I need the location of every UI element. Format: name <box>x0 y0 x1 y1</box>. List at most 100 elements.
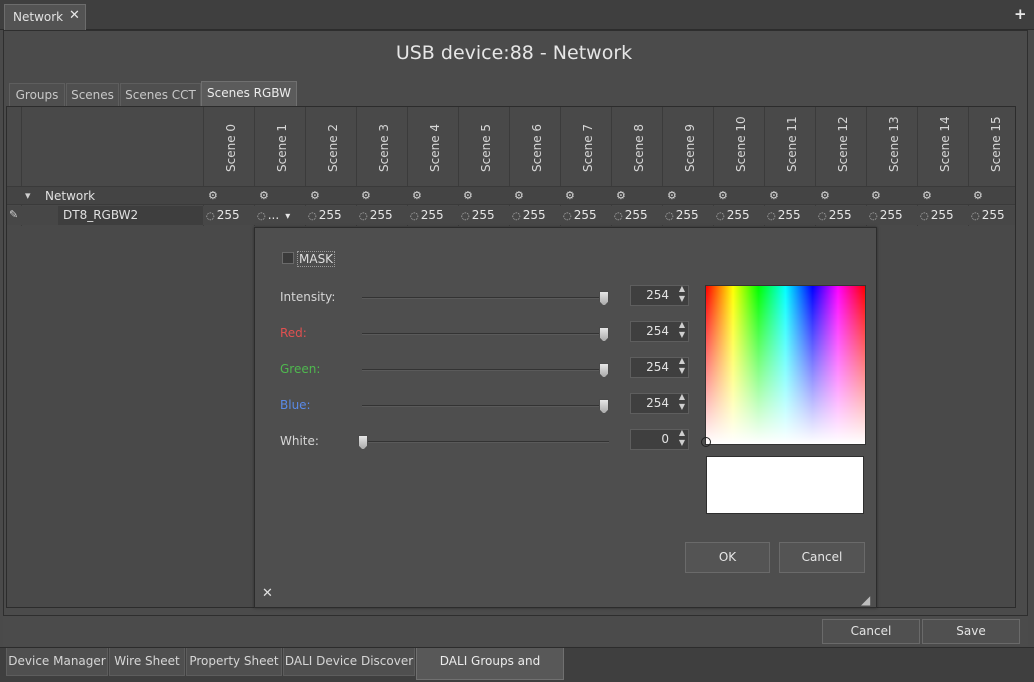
slider-track[interactable] <box>362 297 609 299</box>
gear-icon[interactable]: ⚙ <box>514 189 524 202</box>
scene-value-cell[interactable]: ◌ 255 <box>971 208 1005 222</box>
edit-icon[interactable]: ✎ <box>9 208 18 221</box>
spinner-up-icon[interactable]: ▲ <box>679 392 685 401</box>
color-palette[interactable] <box>705 285 866 445</box>
column-header-scene-3[interactable]: Scene 3 <box>377 124 391 172</box>
scene-value-cell[interactable]: ◌ 255 <box>665 208 699 222</box>
slider-track[interactable] <box>362 441 609 443</box>
cancel-button[interactable]: Cancel <box>822 619 920 644</box>
gear-icon[interactable]: ⚙ <box>616 189 626 202</box>
spinner-value[interactable]: 254 <box>646 396 669 410</box>
scene-value-cell[interactable]: ◌ 255 <box>767 208 801 222</box>
gear-icon[interactable]: ⚙ <box>208 189 218 202</box>
scene-value-cell[interactable]: ◌ 255 <box>614 208 648 222</box>
scene-value-cell[interactable]: ◌ 255 <box>716 208 750 222</box>
gear-icon[interactable]: ⚙ <box>667 189 677 202</box>
tree-row-network[interactable] <box>7 186 1015 205</box>
gear-icon[interactable]: ⚙ <box>769 189 779 202</box>
scene-value-cell[interactable]: ◌ 255 <box>869 208 903 222</box>
column-header-scene-1[interactable]: Scene 1 <box>275 124 289 172</box>
value-spinner[interactable]: 254 ▲ ▼ <box>630 284 689 306</box>
gear-icon[interactable]: ⚙ <box>412 189 422 202</box>
resize-grip-icon[interactable]: ◢ <box>861 593 870 607</box>
chevron-down-icon[interactable]: ▾ <box>25 189 31 202</box>
column-header-scene-13[interactable]: Scene 13 <box>887 116 901 172</box>
close-icon[interactable]: ✕ <box>262 586 273 601</box>
popup-cancel-button[interactable]: Cancel <box>779 542 865 573</box>
scene-value-cell[interactable]: ◌ 255 <box>308 208 342 222</box>
spinner-up-icon[interactable]: ▲ <box>679 284 685 293</box>
column-header-scene-2[interactable]: Scene 2 <box>326 124 340 172</box>
column-header-scene-8[interactable]: Scene 8 <box>632 124 646 172</box>
column-header-scene-10[interactable]: Scene 10 <box>734 116 748 172</box>
slider-track[interactable] <box>362 369 609 371</box>
tab-scenes-cct[interactable]: Scenes CCT <box>120 83 201 107</box>
column-header-scene-5[interactable]: Scene 5 <box>479 124 493 172</box>
tab-groups[interactable]: Groups <box>9 83 65 107</box>
tab-property-sheet[interactable]: Property Sheet <box>186 648 282 676</box>
value-spinner[interactable]: 254 ▲ ▼ <box>630 392 689 414</box>
spinner-down-icon[interactable]: ▼ <box>679 402 685 411</box>
gear-icon[interactable]: ⚙ <box>718 189 728 202</box>
scene-value-cell[interactable]: ◌ 255 <box>410 208 444 222</box>
column-header-scene-14[interactable]: Scene 14 <box>938 116 952 172</box>
gear-icon[interactable]: ⚙ <box>565 189 575 202</box>
scene-value-cell[interactable]: ◌ 255 <box>461 208 495 222</box>
scene-value-cell[interactable]: ◌ 255 <box>359 208 393 222</box>
tab-scenes-rgbw[interactable]: Scenes RGBW <box>201 81 297 107</box>
scene-value-cell[interactable]: ◌ 255 <box>818 208 852 222</box>
tab-dali-groups-and-scenes[interactable]: DALI Groups and Scenes <box>416 648 564 682</box>
tab-wire-sheet[interactable]: Wire Sheet <box>109 648 185 676</box>
mask-checkbox[interactable] <box>282 252 294 264</box>
gear-icon[interactable]: ⚙ <box>922 189 932 202</box>
close-icon[interactable]: ✕ <box>69 8 80 23</box>
column-header-scene-15[interactable]: Scene 15 <box>989 116 1003 172</box>
spinner-value[interactable]: 254 <box>646 360 669 374</box>
gear-icon[interactable]: ⚙ <box>361 189 371 202</box>
scene-value-cell[interactable]: ◌ 255 <box>206 208 240 222</box>
spinner-down-icon[interactable]: ▼ <box>679 438 685 447</box>
spinner-down-icon[interactable]: ▼ <box>679 294 685 303</box>
column-header-scene-4[interactable]: Scene 4 <box>428 124 442 172</box>
add-tab-icon[interactable]: + <box>1014 5 1027 23</box>
tab-dali-device-discover[interactable]: DALI Device Discover <box>283 648 415 676</box>
column-header-scene-6[interactable]: Scene 6 <box>530 124 544 172</box>
value-spinner[interactable]: 254 ▲ ▼ <box>630 356 689 378</box>
gear-icon[interactable]: ⚙ <box>871 189 881 202</box>
gear-icon[interactable]: ⚙ <box>259 189 269 202</box>
value-spinner[interactable]: 0 ▲ ▼ <box>630 428 689 450</box>
scene-value-cell[interactable]: ◌ 255 <box>512 208 546 222</box>
spinner-down-icon[interactable]: ▼ <box>679 330 685 339</box>
spinner-up-icon[interactable]: ▲ <box>679 356 685 365</box>
ok-button[interactable]: OK <box>685 542 770 573</box>
value-spinner[interactable]: 254 ▲ ▼ <box>630 320 689 342</box>
slider-track[interactable] <box>362 333 609 335</box>
tab-scenes[interactable]: Scenes <box>66 83 119 107</box>
spinner-value[interactable]: 254 <box>646 288 669 302</box>
column-header-scene-9[interactable]: Scene 9 <box>683 124 697 172</box>
spinner-value[interactable]: 254 <box>646 324 669 338</box>
gear-icon[interactable]: ⚙ <box>973 189 983 202</box>
scene-value-cell[interactable]: ◌ 255 <box>920 208 954 222</box>
spinner-up-icon[interactable]: ▲ <box>679 320 685 329</box>
gear-icon[interactable]: ⚙ <box>463 189 473 202</box>
tab-network[interactable]: Network ✕ <box>4 4 86 30</box>
scene-value-cell[interactable]: ◌... ▾ <box>257 208 290 222</box>
save-button[interactable]: Save <box>922 619 1020 644</box>
column-header-scene-12[interactable]: Scene 12 <box>836 116 850 172</box>
gear-icon[interactable]: ⚙ <box>820 189 830 202</box>
spinner-up-icon[interactable]: ▲ <box>679 428 685 437</box>
color-picker-handle[interactable] <box>701 437 711 447</box>
scene-value-cell[interactable]: ◌ 255 <box>563 208 597 222</box>
mask-label[interactable]: MASK <box>297 251 336 267</box>
spinner-down-icon[interactable]: ▼ <box>679 366 685 375</box>
gear-icon[interactable]: ⚙ <box>310 189 320 202</box>
dropdown-icon[interactable]: ▾ <box>285 211 290 222</box>
tab-device-manager[interactable]: Device Manager <box>6 648 108 676</box>
column-header-scene-11[interactable]: Scene 11 <box>785 116 799 172</box>
spinner-value[interactable]: 0 <box>661 432 669 446</box>
slider-track[interactable] <box>362 405 609 407</box>
column-header-scene-0[interactable]: Scene 0 <box>224 124 238 172</box>
scene-value: 255 <box>471 208 495 222</box>
column-header-scene-7[interactable]: Scene 7 <box>581 124 595 172</box>
